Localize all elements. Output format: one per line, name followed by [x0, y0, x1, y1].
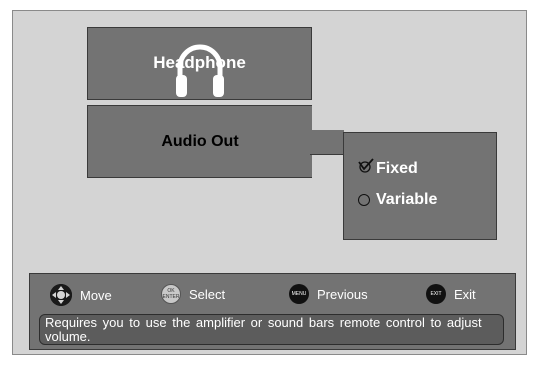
hint-previous: MENU Previous [289, 284, 368, 304]
option-fixed-label: Fixed [376, 159, 418, 177]
hint-select: OK ENTER Select [161, 284, 225, 304]
hint-move-label: Move [80, 287, 112, 303]
option-fixed[interactable]: Fixed [358, 158, 418, 179]
options-panel: Fixed Variable [343, 132, 497, 240]
audio-out-item[interactable]: Audio Out [87, 105, 312, 178]
audio-out-label: Audio Out [161, 133, 239, 150]
page-title: Headphone [153, 53, 246, 72]
title-panel: Headphone [87, 27, 312, 100]
hint-move: Move [50, 284, 112, 306]
hint-exit: EXIT Exit [426, 284, 476, 304]
menu-icon: MENU [289, 284, 309, 304]
submenu-connector [310, 130, 344, 155]
hint-select-label: Select [189, 286, 226, 302]
hint-previous-label: Previous [317, 286, 368, 302]
option-variable-label: Variable [376, 191, 438, 208]
option-variable[interactable]: Variable [358, 191, 437, 209]
ok-icon: OK ENTER [161, 284, 181, 304]
description-text: Requires you to use the amplifier or sou… [39, 314, 504, 345]
help-bar: Move OK ENTER Select MENU Previous EXIT … [29, 273, 516, 350]
dpad-icon [50, 284, 72, 306]
hint-exit-label: Exit [454, 286, 476, 302]
checked-radio-icon [358, 158, 376, 179]
radio-icon [358, 194, 370, 206]
exit-icon: EXIT [426, 284, 446, 304]
settings-screen: Headphone Audio Out Fixed Variable Move … [12, 10, 527, 355]
